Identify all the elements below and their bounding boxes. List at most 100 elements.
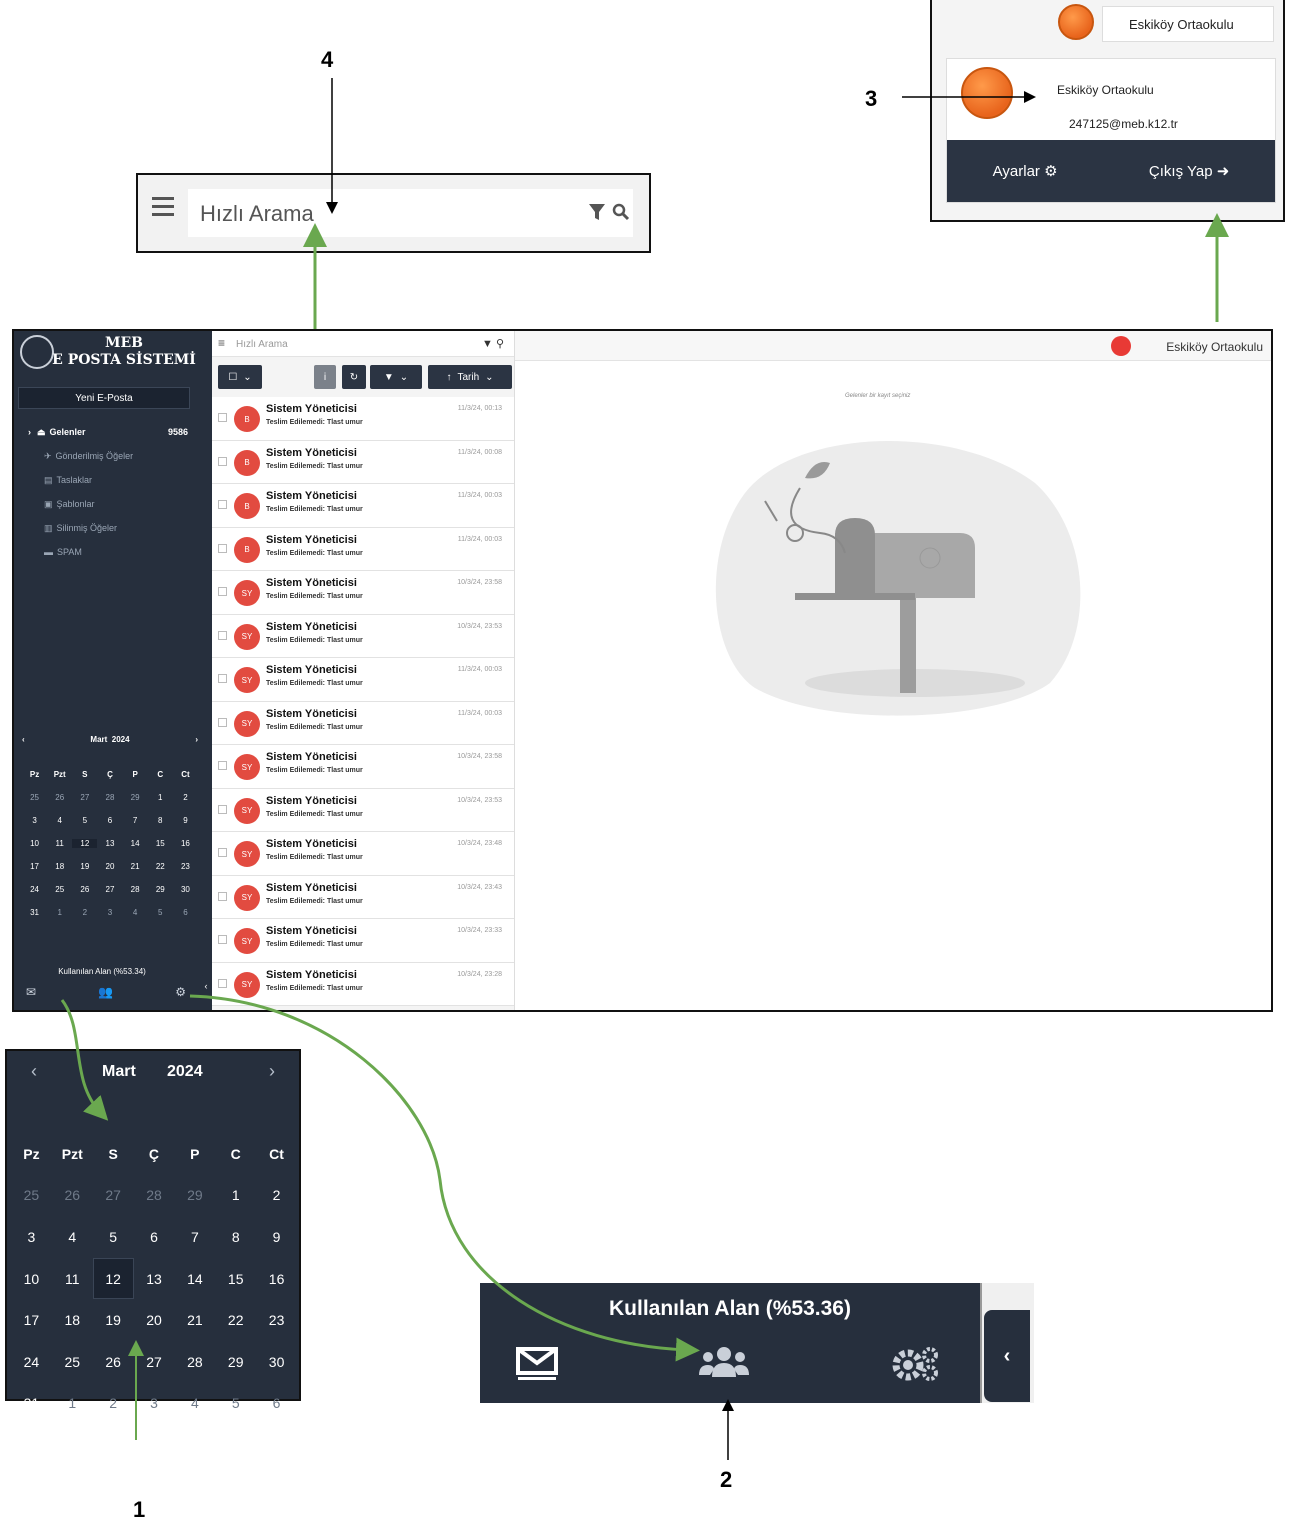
calendar-day[interactable]: 29 [174,1187,215,1203]
folder-drafts[interactable]: ▤ Taslaklar [44,475,204,486]
folder-deleted[interactable]: ▥ Silinmiş Öğeler [44,523,204,534]
calendar-day[interactable]: 29 [123,793,148,802]
row-checkbox[interactable] [218,500,227,509]
row-checkbox[interactable] [218,630,227,640]
info-button[interactable]: ⅰ [314,365,336,389]
calendar-day[interactable]: 22 [215,1312,256,1328]
row-checkbox[interactable] [218,717,227,727]
calendar-day[interactable]: 24 [11,1354,52,1370]
calendar-day[interactable]: 23 [256,1312,297,1328]
calendar-day[interactable]: 3 [97,908,122,917]
row-checkbox[interactable] [218,761,227,770]
message-row[interactable]: SY Sistem Yöneticisi Teslim Edilemedi: Tla… [212,832,514,876]
filter-dropdown[interactable]: ▼ ⌄ [370,365,422,389]
calendar-day[interactable]: 7 [174,1229,215,1245]
calendar-day[interactable]: 21 [174,1312,215,1328]
quick-search-input[interactable]: ≡ Hızlı Arama ▼ ⚲ [212,331,514,357]
calendar-day[interactable]: 26 [47,793,72,802]
sort-dropdown[interactable]: ↑ Tarih ⌄ [428,365,512,389]
message-row[interactable]: SY Sistem Yöneticisi Teslim Edilemedi: Tla… [212,875,514,919]
calendar-day[interactable]: 25 [11,1187,52,1203]
calendar-day[interactable]: 28 [174,1354,215,1370]
calendar-day[interactable]: 2 [173,793,198,802]
calendar-day[interactable]: 2 [93,1395,134,1411]
calendar-day[interactable]: 3 [134,1395,175,1411]
row-checkbox[interactable] [218,804,227,814]
calendar-day[interactable]: 13 [134,1271,175,1287]
prev-month-icon[interactable]: ‹ [31,1061,37,1082]
calendar-day[interactable]: 19 [72,862,97,871]
calendar-day[interactable]: 23 [173,862,198,871]
calendar-day[interactable]: 20 [134,1312,175,1328]
calendar-day-selected[interactable]: 12 [72,839,98,848]
calendar-day[interactable]: 3 [22,816,47,825]
mini-prev-month-icon[interactable]: ‹ [22,735,25,744]
message-row[interactable]: SY Sistem Yöneticisi Teslim Edilemedi: Tla… [212,788,514,832]
folder-sent[interactable]: ✈ Gönderilmiş Öğeler [44,451,204,462]
message-row[interactable]: SY Sistem Yöneticisi Teslim Edilemedi: Tla… [212,658,514,702]
calendar-day[interactable]: 14 [174,1271,215,1287]
message-row[interactable]: SY Sistem Yöneticisi Teslim Edilemedi: Tla… [212,745,514,789]
calendar-day[interactable]: 25 [47,885,72,894]
calendar-day[interactable]: 4 [174,1395,215,1411]
calendar-day[interactable]: 31 [11,1395,52,1411]
calendar-day[interactable]: 30 [173,885,198,894]
select-all-dropdown[interactable]: ☐ ⌄ [218,365,262,389]
user-name-button[interactable]: Eskiköy Ortaokulu [1166,340,1263,354]
calendar-day[interactable]: 2 [72,908,97,917]
mail-icon[interactable] [516,1347,558,1381]
calendar-day[interactable]: 22 [148,862,173,871]
message-row[interactable]: SY Sistem Yöneticisi Teslim Edilemedi: Tla… [212,919,514,963]
contacts-icon[interactable]: 👥 [98,985,113,999]
user-avatar[interactable] [1111,336,1131,356]
calendar-day[interactable]: 10 [22,839,47,848]
calendar-day[interactable]: 6 [173,908,198,917]
calendar-day[interactable]: 6 [134,1229,175,1245]
calendar-day[interactable]: 4 [47,816,72,825]
message-row[interactable]: B Sistem Yöneticisi Teslim Edilemedi: Tlas… [212,484,514,528]
mini-next-month-icon[interactable]: › [195,735,198,744]
settings-gears-icon[interactable] [890,1345,942,1381]
calendar-day[interactable]: 19 [93,1312,134,1328]
row-checkbox[interactable] [218,978,227,988]
settings-button[interactable]: Ayarlar ⚙ [993,162,1058,180]
calendar-day[interactable]: 9 [256,1229,297,1245]
calendar-day[interactable]: 17 [11,1312,52,1328]
calendar-day[interactable]: 1 [52,1395,93,1411]
calendar-day[interactable]: 5 [72,816,97,825]
calendar-day[interactable]: 15 [215,1271,256,1287]
calendar-day[interactable]: 28 [97,793,122,802]
calendar-day[interactable]: 2 [256,1187,297,1203]
calendar-day[interactable]: 6 [97,816,122,825]
calendar-day[interactable]: 11 [47,839,72,848]
calendar-day[interactable]: 27 [72,793,97,802]
calendar-day[interactable]: 3 [11,1229,52,1245]
calendar-day[interactable]: 18 [47,862,72,871]
hamburger-menu-icon[interactable] [152,197,174,221]
calendar-day[interactable]: 25 [22,793,47,802]
filter-icon[interactable]: ▼ [482,338,493,350]
message-row[interactable]: SY Sistem Yöneticisi Teslim Edilemedi: Tla… [212,571,514,615]
message-row[interactable]: SY Sistem Yöneticisi Teslim Edilemedi: Tla… [212,701,514,745]
calendar-day[interactable]: 21 [123,862,148,871]
calendar-day[interactable]: 14 [123,839,148,848]
calendar-day[interactable]: 29 [148,885,173,894]
calendar-day[interactable]: 26 [72,885,97,894]
folder-templates[interactable]: ▣ Şablonlar [44,499,204,510]
calendar-day[interactable]: 29 [215,1354,256,1370]
calendar-day[interactable]: 18 [52,1312,93,1328]
calendar-day[interactable]: 24 [22,885,47,894]
calendar-day[interactable]: 4 [123,908,148,917]
folder-inbox[interactable]: › ⏏ Gelenler 9586 [28,427,188,438]
calendar-day[interactable]: 13 [97,839,122,848]
row-checkbox[interactable] [218,456,227,466]
search-icon[interactable]: ⚲ [496,338,504,350]
calendar-day[interactable]: 16 [173,839,198,848]
calendar-day[interactable]: 11 [52,1271,93,1287]
search-input[interactable]: Hızlı Arama [188,189,633,237]
calendar-day[interactable]: 27 [97,885,122,894]
calendar-day[interactable]: 5 [215,1395,256,1411]
row-checkbox[interactable] [218,935,227,944]
calendar-day[interactable]: 5 [93,1229,134,1245]
filter-icon[interactable] [588,202,606,222]
